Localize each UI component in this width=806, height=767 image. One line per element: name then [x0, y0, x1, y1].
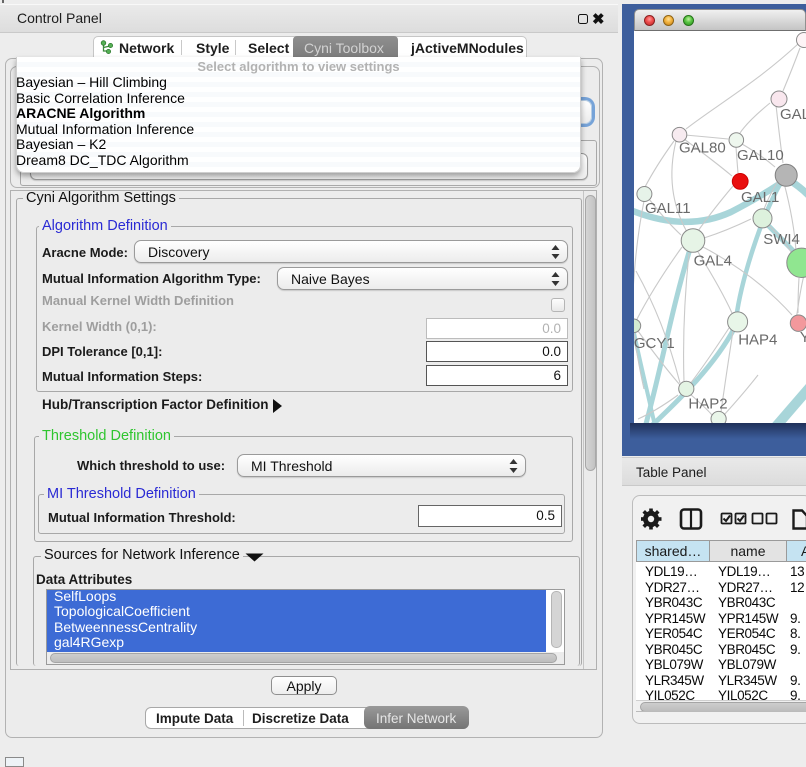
- svg-text:HAP2: HAP2: [688, 395, 727, 412]
- svg-text:GAL11: GAL11: [645, 200, 691, 217]
- svg-text:GAL10: GAL10: [737, 147, 784, 164]
- svg-text:GAL80: GAL80: [679, 140, 726, 157]
- svg-text:GAL7: GAL7: [780, 106, 806, 123]
- svg-text:SWI4: SWI4: [763, 231, 800, 248]
- svg-text:GAL4: GAL4: [694, 253, 732, 270]
- svg-text:HAP4: HAP4: [738, 331, 777, 348]
- svg-text:GCY1: GCY1: [634, 335, 675, 352]
- svg-text:Y: Y: [800, 329, 806, 346]
- svg-text:GAL1: GAL1: [741, 189, 779, 206]
